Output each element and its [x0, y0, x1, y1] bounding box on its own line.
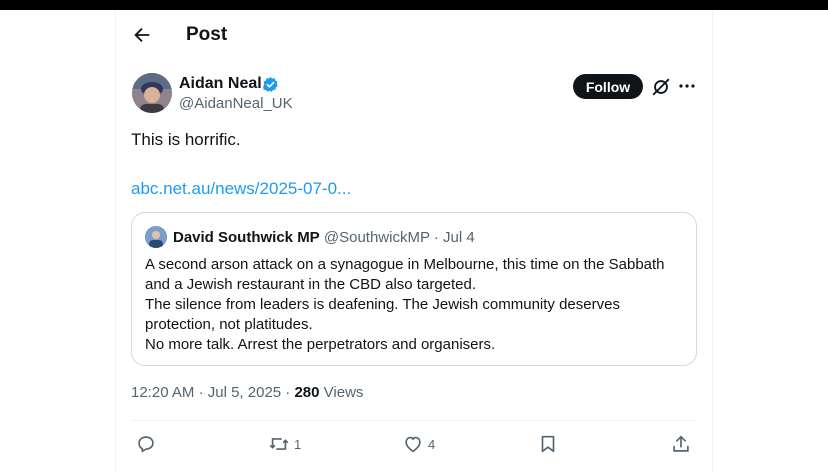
page-header: Post: [115, 10, 713, 62]
quote-line: A second arson attack on a synagogue in …: [145, 256, 665, 273]
views-label: Views: [323, 384, 364, 401]
quote-author-handle: @SouthwickMP: [323, 229, 430, 246]
like-button[interactable]: 4: [402, 433, 435, 455]
quote-author-avatar: [145, 226, 167, 248]
heart-icon: [405, 436, 421, 453]
repost-count: 1: [294, 436, 302, 452]
grok-icon[interactable]: [650, 76, 672, 98]
divider: [131, 420, 697, 421]
page-title: Post: [186, 24, 228, 45]
quote-author-name: David Southwick MP: [173, 229, 320, 246]
bookmark-icon: [541, 435, 555, 453]
author-avatar[interactable]: [132, 73, 172, 113]
quote-separator: ·: [433, 229, 439, 246]
post-date[interactable]: Jul 5, 2025: [208, 384, 281, 401]
quoted-tweet[interactable]: David Southwick MP @SouthwickMP · Jul 4 …: [131, 212, 697, 366]
tweet-text: This is horrific.: [131, 130, 241, 149]
quote-date: Jul 4: [443, 229, 475, 246]
quote-body: A second arson attack on a synagogue in …: [145, 255, 690, 355]
reply-icon: [138, 436, 154, 453]
back-arrow-icon[interactable]: [131, 24, 153, 46]
tweet-link[interactable]: abc.net.au/news/2025-07-0...: [131, 179, 351, 199]
meta-separator: ·: [285, 384, 291, 401]
repost-icon: [269, 438, 289, 450]
bookmark-button[interactable]: [537, 433, 559, 455]
post-meta: 12:20 AM · Jul 5, 2025 · 280 Views: [131, 384, 363, 401]
reply-button[interactable]: [135, 433, 157, 455]
like-count: 4: [428, 436, 436, 452]
quote-line: protection, not platitudes.: [145, 316, 313, 333]
more-options-icon[interactable]: [678, 79, 696, 93]
quote-header: David Southwick MP @SouthwickMP · Jul 4: [173, 229, 475, 246]
share-icon: [673, 435, 689, 452]
verified-badge-icon: [263, 77, 278, 92]
repost-button[interactable]: 1: [268, 433, 301, 455]
views-count: 280: [294, 384, 320, 401]
post-time[interactable]: 12:20 AM: [131, 384, 194, 401]
follow-button[interactable]: Follow: [573, 74, 643, 99]
meta-separator: ·: [198, 384, 204, 401]
quote-line: No more talk. Arrest the perpetrators an…: [145, 336, 496, 353]
author-handle[interactable]: @AidanNeal_UK: [179, 95, 293, 112]
quote-line: The silence from leaders is deafening. T…: [145, 296, 620, 313]
quote-line: and a Jewish restaurant in the CBD also …: [145, 276, 477, 293]
author-name[interactable]: Aidan Neal: [179, 75, 262, 93]
top-black-bar: [0, 0, 828, 10]
share-button[interactable]: [670, 433, 692, 455]
